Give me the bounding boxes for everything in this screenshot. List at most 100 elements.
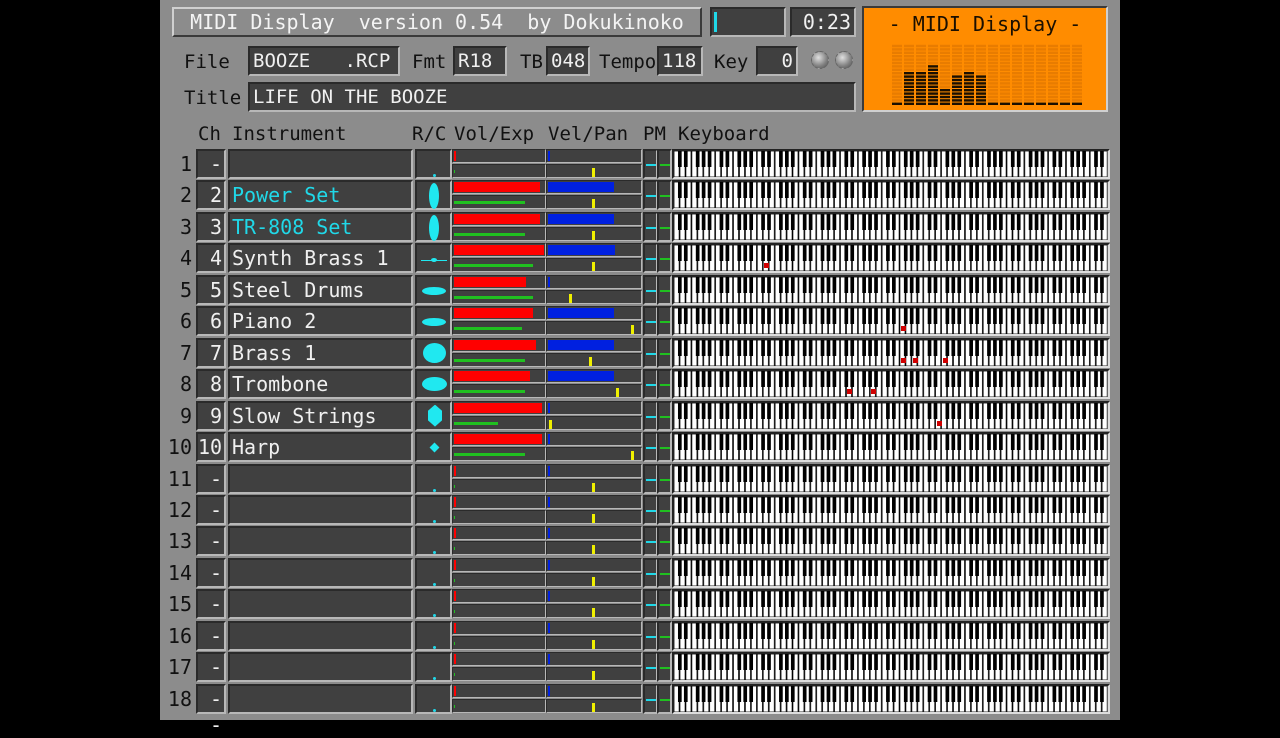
channel-row[interactable]: 11 -- (160, 463, 1120, 517)
row-number: 16 (167, 623, 192, 648)
piano-keyboard[interactable] (672, 620, 1110, 651)
channel-row[interactable]: 1 -- (160, 149, 1120, 202)
row-number: 11 (167, 466, 192, 491)
instrument-name (228, 620, 413, 651)
piano-keyboard[interactable] (672, 526, 1110, 557)
vel-pan-meter (546, 620, 642, 651)
status-lamp-icon (811, 51, 829, 69)
p-meter (643, 180, 658, 211)
piano-keyboard[interactable] (672, 369, 1110, 400)
channel-number: -- (196, 494, 226, 548)
channel-row[interactable]: 16 -- (160, 620, 1120, 674)
volume-bar (454, 559, 456, 570)
note-on-marker (912, 357, 918, 363)
piano-keyboard[interactable] (672, 494, 1110, 525)
pan-meter (546, 635, 642, 650)
channel-row[interactable]: 6 6 Piano 2 (160, 306, 1120, 337)
pan-meter (546, 541, 642, 556)
piano-keyboard[interactable] (672, 463, 1110, 494)
piano-keyboard[interactable] (672, 211, 1110, 242)
channel-row[interactable]: 18 -- (160, 683, 1120, 737)
channel-number: -- (196, 557, 226, 611)
expression-bar (454, 358, 526, 362)
m-meter (657, 180, 672, 211)
piano-keyboard[interactable] (672, 274, 1110, 305)
velocity-meter (546, 683, 642, 698)
m-meter (657, 149, 672, 179)
elapsed-time: 0:23 (790, 7, 856, 37)
pan-indicator (592, 671, 595, 681)
title-label: Title (184, 87, 242, 109)
piano-keyboard[interactable] (672, 149, 1110, 179)
piano-keyboard[interactable] (672, 243, 1110, 274)
volume-meter (452, 337, 546, 352)
channel-row[interactable]: 3 3 TR-808 Set (160, 211, 1120, 243)
piano-keyboard[interactable] (672, 337, 1110, 368)
piano-keyboard[interactable] (672, 306, 1110, 337)
expression-bar (454, 264, 534, 268)
rc-dot-icon (415, 149, 452, 179)
velocity-meter (546, 463, 642, 478)
key-field: 0 (756, 46, 798, 76)
rc-indicator-icon (415, 369, 452, 400)
vel-pan-meter (546, 337, 642, 368)
channel-row[interactable]: 5 5 Steel Drums (160, 274, 1120, 306)
m-meter (657, 432, 672, 463)
piano-keyboard[interactable] (672, 180, 1110, 211)
piano-keyboard[interactable] (672, 683, 1110, 714)
channel-row[interactable]: 13 -- (160, 526, 1120, 579)
expression-bar (454, 201, 526, 205)
pan-indicator (592, 199, 595, 209)
volume-meter (452, 526, 546, 541)
piano-keyboard-svg (674, 559, 1108, 586)
velocity-meter (546, 180, 642, 195)
channel-row[interactable]: 12 -- (160, 494, 1120, 548)
channel-row[interactable]: 9 9 Slow Strings (160, 400, 1120, 432)
channel-number: -- (196, 652, 226, 705)
m-meter (657, 652, 672, 683)
vol-exp-meter (452, 557, 546, 588)
piano-keyboard[interactable] (672, 557, 1110, 588)
velocity-meter (546, 211, 642, 226)
channel-number: 7 (196, 337, 226, 368)
instrument-name (228, 494, 413, 525)
instrument-name: Piano 2 (228, 306, 413, 337)
vol-exp-meter (452, 526, 546, 557)
p-meter (643, 274, 658, 305)
note-on-marker (847, 389, 853, 395)
volume-meter (452, 432, 546, 447)
p-meter (643, 494, 658, 525)
piano-keyboard-svg (674, 213, 1108, 240)
expression-meter (452, 604, 546, 619)
channel-number: 8 (196, 369, 226, 400)
rc-indicator-icon (415, 337, 452, 368)
channel-row[interactable]: 14 -- (160, 557, 1120, 611)
playback-progress-bar[interactable] (710, 7, 786, 37)
channel-row[interactable]: 10 10 Harp (160, 432, 1120, 463)
channel-row[interactable]: 4 4 Synth Brass 1 (160, 243, 1120, 274)
channel-row[interactable]: 7 7 Brass 1 (160, 337, 1120, 369)
channel-row[interactable]: 8 8 Trombone (160, 369, 1120, 400)
piano-keyboard[interactable] (672, 652, 1110, 683)
velocity-bar (548, 591, 550, 602)
expression-meter (452, 258, 546, 273)
spectrum-bar (1024, 44, 1034, 105)
piano-keyboard[interactable] (672, 400, 1110, 431)
vol-exp-meter (452, 306, 546, 337)
channel-row[interactable]: 15 -- (160, 589, 1120, 642)
volume-bar (454, 151, 456, 161)
piano-keyboard[interactable] (672, 589, 1110, 620)
lcd-title: - MIDI Display - (888, 12, 1082, 36)
pan-meter (546, 384, 642, 399)
piano-keyboard[interactable] (672, 432, 1110, 463)
pan-meter (546, 667, 642, 682)
row-number: 10 (167, 435, 192, 460)
spectrum-bar (952, 44, 962, 105)
vel-pan-meter (546, 683, 642, 714)
p-meter (643, 526, 658, 557)
piano-keyboard-svg (674, 528, 1108, 555)
m-meter (657, 243, 672, 274)
channel-row[interactable]: 17 -- (160, 652, 1120, 705)
tempo-field: 118 (657, 46, 703, 76)
channel-row[interactable]: 2 2 Power Set (160, 180, 1120, 211)
